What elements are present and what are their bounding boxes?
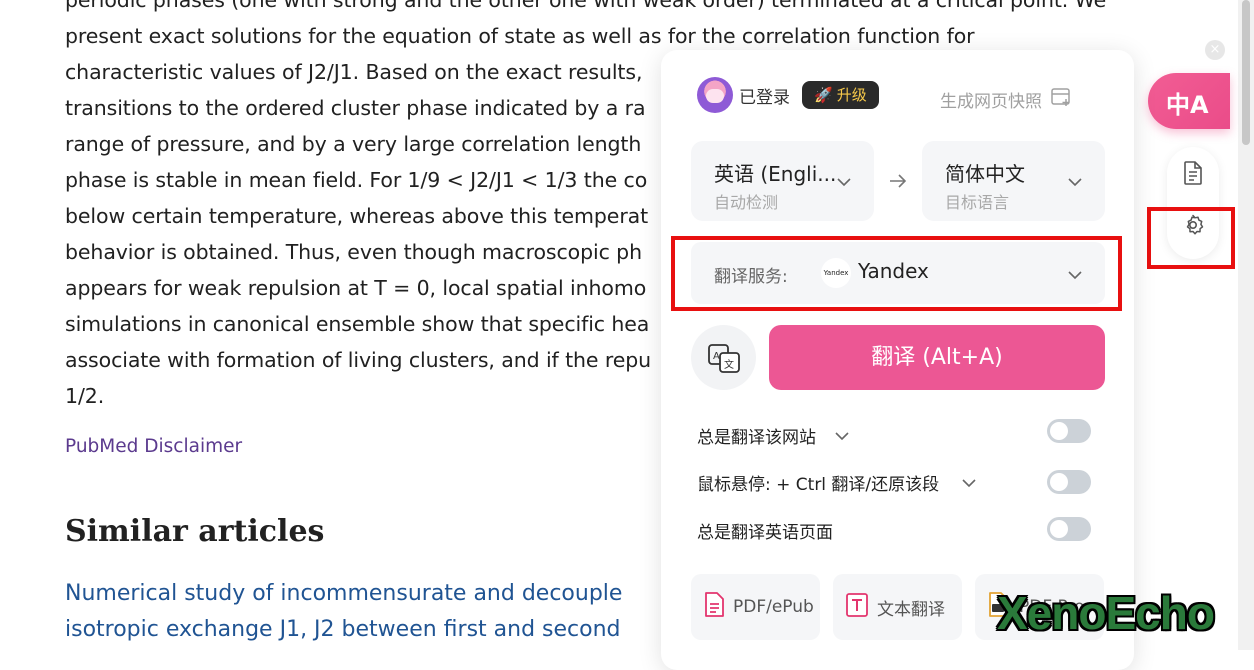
similar-articles-heading: Similar articles — [65, 514, 325, 549]
option-label: 鼠标悬停: + Ctrl 翻译/还原该段 — [697, 474, 940, 495]
login-status-label: 已登录 — [739, 87, 790, 108]
close-icon: × — [1209, 42, 1221, 57]
option-always-translate-site[interactable]: 总是翻译该网站 — [697, 420, 850, 450]
pdf-icon — [703, 592, 725, 622]
chevron-down-icon — [836, 172, 852, 191]
avatar[interactable] — [697, 77, 733, 113]
option-label: 总是翻译该网站 — [697, 427, 816, 448]
chevron-down-icon[interactable] — [834, 426, 850, 445]
user-row: 已登录 🚀 升级 — [697, 76, 879, 114]
text-translate-icon — [845, 592, 869, 622]
rocket-icon: 🚀 — [814, 86, 833, 104]
chevron-down-icon[interactable] — [961, 473, 977, 492]
option-hover-translate[interactable]: 鼠标悬停: + Ctrl 翻译/还原该段 — [697, 467, 977, 497]
toggle-hover-translate[interactable] — [1047, 470, 1091, 494]
svg-text:A: A — [713, 351, 720, 362]
translate-mode-icon: A文 — [707, 342, 741, 378]
translate-button[interactable]: 翻译 (Alt+A) — [769, 325, 1105, 390]
highlight-box-settings — [1147, 207, 1235, 269]
similar-article-title-line: Numerical study of incommensurate and de… — [65, 581, 623, 606]
toggle-always-translate-english[interactable] — [1047, 517, 1091, 541]
similar-article-title-line: isotropic exchange J1, J2 between first … — [65, 617, 621, 642]
translate-mode-button[interactable]: A文 — [691, 325, 756, 390]
float-translate-button[interactable]: 中A — [1148, 73, 1230, 129]
abstract-line: periodic phases (one with strong and the… — [65, 0, 1107, 12]
tool-label: 文本翻译 — [877, 599, 945, 620]
pdf-epub-button[interactable]: PDF/ePub — [691, 574, 820, 640]
source-language-value: 英语 (Engli... — [714, 162, 837, 186]
upgrade-button[interactable]: 🚀 升级 — [802, 81, 879, 109]
highlight-box-service — [671, 236, 1122, 311]
translate-popup-panel: 已登录 🚀 升级 生成网页快照 英语 (Engli... 自动检测 简体中文 目… — [661, 50, 1134, 670]
scrollbar-thumb[interactable] — [1242, 0, 1250, 145]
similar-article-link[interactable]: Numerical study of incommensurate and de… — [65, 576, 622, 648]
abstract-line: present exact solutions for the equation… — [65, 24, 975, 48]
chevron-down-icon — [1067, 172, 1083, 191]
option-always-translate-english[interactable]: 总是翻译英语页面 — [697, 515, 833, 545]
snapshot-label: 生成网页快照 — [940, 92, 1042, 112]
source-language-sub: 自动检测 — [714, 193, 779, 212]
translate-glyph-icon: 中A — [1166, 91, 1209, 119]
source-language-select[interactable]: 英语 (Engli... 自动检测 — [691, 141, 874, 221]
toggle-always-translate-site[interactable] — [1047, 419, 1091, 443]
page-scrollbar[interactable] — [1238, 0, 1254, 650]
generate-snapshot-button[interactable]: 生成网页快照 — [940, 86, 1072, 113]
snapshot-icon — [1050, 86, 1072, 113]
svg-text:文: 文 — [724, 358, 734, 371]
pubmed-disclaimer-link[interactable]: PubMed Disclaimer — [65, 436, 242, 457]
close-float-button[interactable]: × — [1205, 40, 1225, 60]
option-label: 总是翻译英语页面 — [697, 522, 833, 543]
document-icon[interactable] — [1183, 161, 1203, 189]
upgrade-label: 升级 — [836, 86, 867, 104]
target-language-sub: 目标语言 — [945, 193, 1010, 212]
arrow-right-icon — [887, 170, 909, 196]
text-translate-button[interactable]: 文本翻译 — [833, 574, 962, 640]
target-language-select[interactable]: 简体中文 目标语言 — [922, 141, 1105, 221]
watermark-logo: XenoEcho — [997, 587, 1215, 639]
tool-label: PDF/ePub — [733, 597, 814, 617]
target-language-value: 简体中文 — [945, 162, 1025, 186]
